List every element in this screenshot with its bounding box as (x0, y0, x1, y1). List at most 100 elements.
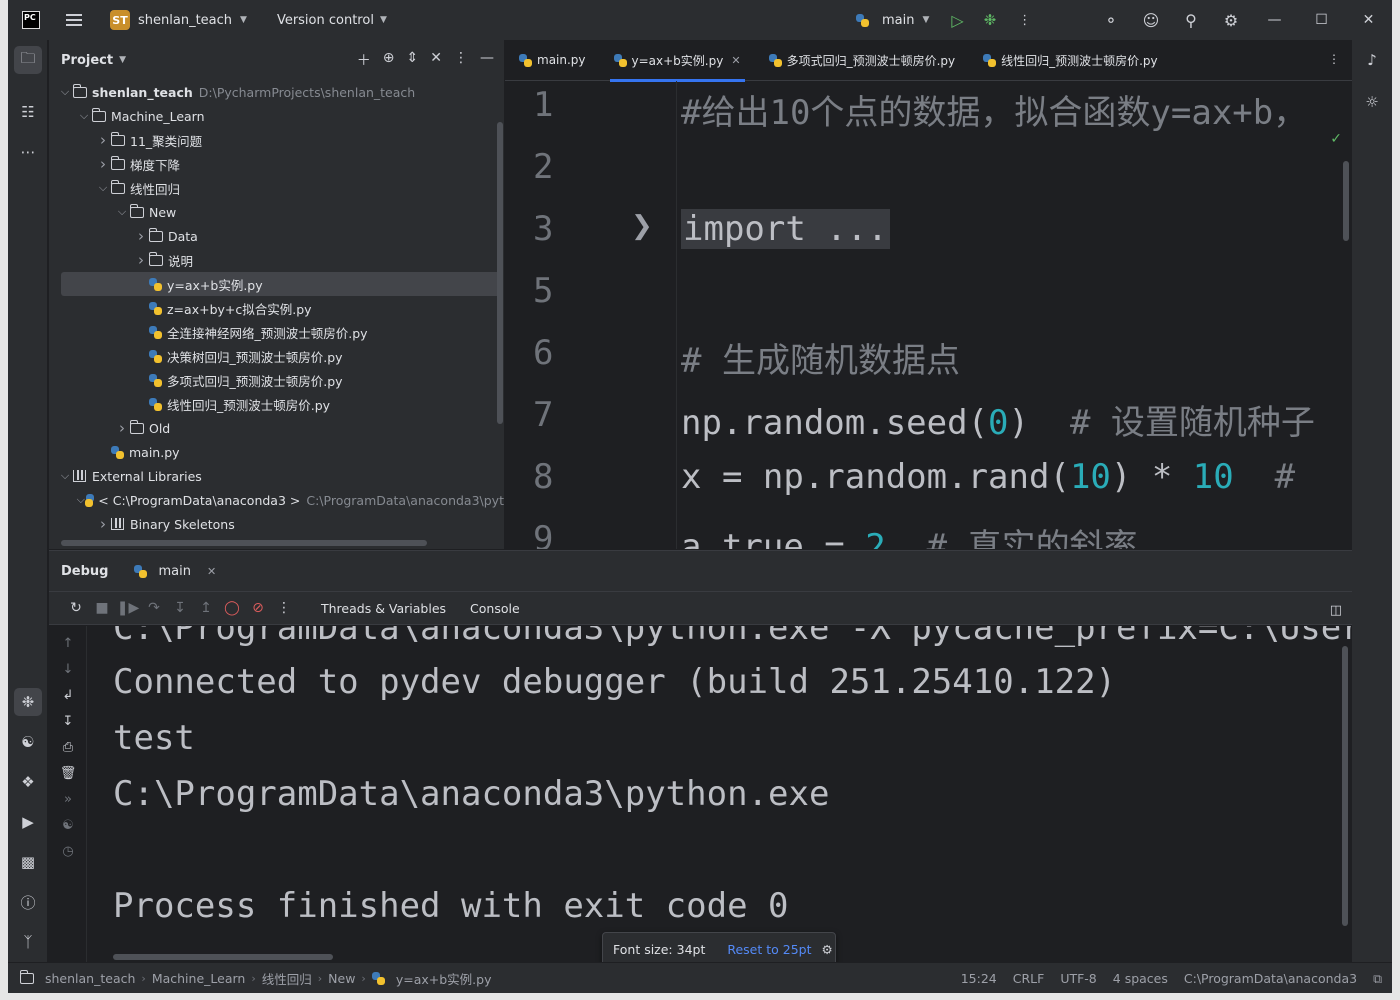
clear-all-icon[interactable]: 🗑 (59, 766, 77, 781)
minimize-button[interactable]: — (1251, 0, 1298, 40)
search-icon[interactable]: ⚲ (1171, 0, 1211, 40)
interpreter-selector[interactable]: C:\ProgramData\anaconda3 (1184, 971, 1357, 986)
maximize-button[interactable]: ☐ (1298, 0, 1345, 40)
inspection-ok-icon[interactable]: ✓ (1330, 131, 1342, 147)
chevron-down-icon[interactable]: ⌵ (57, 85, 73, 99)
problems-icon[interactable]: ⓘ (14, 888, 42, 916)
project-panel-title[interactable]: Project (61, 53, 113, 68)
resume-icon[interactable]: ❚▶ (115, 600, 141, 616)
tab-console[interactable]: Console (470, 601, 520, 616)
step-over-icon[interactable]: ↷ (141, 600, 167, 616)
tree-item[interactable]: › Data (49, 224, 504, 248)
debug-tool-icon[interactable]: ❉ (14, 688, 42, 716)
chevron-down-icon[interactable]: ⌵ (76, 109, 92, 123)
editor-tab[interactable]: main.py (505, 40, 600, 81)
console-horizontal-scrollbar[interactable] (113, 954, 333, 960)
layout-settings-icon[interactable]: ◫ (1330, 603, 1342, 618)
settings-gear-icon[interactable]: ⚙ (1211, 0, 1251, 40)
view-breakpoints-icon[interactable]: ◯ (219, 600, 245, 616)
run-config-selector[interactable]: main (882, 13, 914, 28)
print-icon[interactable]: ⎙ (59, 740, 77, 755)
tree-item[interactable]: › Binary Skeletons (49, 512, 504, 536)
more-icon[interactable]: ⋮ (271, 600, 297, 616)
tree-item[interactable]: ⌵ Machine_Learn (49, 104, 504, 128)
chevron-down-icon[interactable]: ⌵ (114, 205, 130, 219)
close-button[interactable]: ✕ (1345, 0, 1392, 40)
ai-chat-icon[interactable]: ☼ (1358, 88, 1386, 116)
python-packages-icon[interactable]: ❖ (14, 768, 42, 796)
fold-chevron-icon[interactable]: ❯ (631, 211, 653, 241)
scroll-to-end-icon[interactable]: ↧ (59, 714, 77, 729)
tab-threads-variables[interactable]: Threads & Variables (321, 601, 446, 616)
chevron-right-icon[interactable]: › (133, 227, 149, 245)
tree-item[interactable]: main.py (49, 440, 504, 464)
tree-item[interactable]: › Old (49, 416, 504, 440)
chevron-down-icon[interactable]: ⌵ (57, 469, 73, 483)
pycharm-logo-icon[interactable]: PC (22, 11, 40, 29)
close-icon[interactable]: ✕ (731, 54, 740, 67)
console-scrollbar[interactable] (1342, 646, 1348, 926)
console-output[interactable]: C:\ProgramData\anaconda3\python.exe -X p… (87, 626, 1352, 962)
services-icon[interactable]: ▶ (14, 808, 42, 836)
options-icon[interactable]: ⋮ (454, 50, 468, 70)
gear-icon[interactable]: ⚙ (822, 942, 833, 957)
rerun-icon[interactable]: ↻ (63, 600, 89, 616)
main-menu-icon[interactable] (66, 14, 82, 26)
project-tool-icon[interactable]: 🗀 (14, 46, 42, 74)
debug-icon[interactable]: ❉ (984, 11, 997, 29)
editor-tab[interactable]: 线性回归_预测波士顿房价.py (969, 40, 1172, 81)
mute-breakpoints-icon[interactable]: ⊘ (245, 600, 271, 616)
terminal-icon[interactable]: ▩ (14, 848, 42, 876)
collapse-all-icon[interactable]: ✕ (430, 50, 442, 70)
tree-item[interactable]: ⌵ External Libraries (49, 464, 504, 488)
lock-icon[interactable]: ⧉ (1373, 971, 1382, 987)
project-switcher[interactable]: ST shenlan_teach ▼ (110, 10, 247, 30)
ai-assistant-icon[interactable]: ⚬ (1091, 0, 1131, 40)
tree-item[interactable]: ⌵ shenlan_teach D:\PycharmProjects\shenlan… (49, 80, 504, 104)
tree-item[interactable]: ⌵ 线性回归 (49, 176, 504, 200)
more-actions-icon[interactable]: ⋮ (1018, 13, 1031, 28)
folded-import[interactable]: import ... (681, 209, 890, 249)
add-user-icon[interactable]: ☺ (1131, 0, 1171, 40)
show-command-icon[interactable]: » (59, 792, 77, 807)
tree-item[interactable]: y=ax+b实例.py (61, 272, 500, 296)
project-vertical-scrollbar[interactable] (497, 122, 503, 424)
editor-tab[interactable]: 多项式回归_预测波士顿房价.py (755, 40, 970, 81)
code-line-3[interactable]: import ... (681, 209, 890, 249)
debug-session-tab[interactable]: main ✕ (134, 564, 216, 579)
file-encoding[interactable]: UTF-8 (1060, 971, 1096, 986)
indent-setting[interactable]: 4 spaces (1113, 971, 1168, 986)
stop-icon[interactable]: ■ (89, 600, 115, 616)
chevron-down-icon[interactable]: ⌵ (76, 493, 86, 507)
expand-all-icon[interactable]: ⇕ (407, 50, 419, 70)
soft-wrap-icon[interactable]: ↲ (59, 688, 77, 703)
close-icon[interactable]: ✕ (207, 565, 216, 578)
code-area[interactable]: 1 2 3 5 6 7 8 9 ❯ #给出10个点的数据，拟合函数y=ax+b，… (505, 81, 1352, 549)
python-console-icon[interactable]: ☯ (14, 728, 42, 756)
step-into-icon[interactable]: ↧ (167, 600, 193, 616)
tree-item[interactable]: z=ax+by+c拟合实例.py (49, 296, 504, 320)
project-horizontal-scrollbar[interactable] (61, 540, 427, 546)
reset-font-link[interactable]: Reset to 25pt (727, 942, 811, 957)
chevron-down-icon[interactable]: ▼ (119, 55, 126, 65)
hide-panel-icon[interactable]: — (480, 50, 494, 70)
breadcrumb-item[interactable]: New (328, 971, 355, 986)
chevron-right-icon[interactable]: › (95, 131, 111, 149)
tree-item[interactable]: 线性回归_预测波士顿房价.py (49, 392, 504, 416)
tree-item[interactable]: ⌵ < C:\ProgramData\anaconda3 > C:\ProgramD… (49, 488, 504, 512)
editor-scrollbar[interactable] (1343, 161, 1349, 241)
tree-item[interactable]: ⌵ New (49, 200, 504, 224)
structure-tool-icon[interactable]: ☷ (14, 98, 42, 126)
git-icon[interactable]: ᛉ (14, 928, 42, 956)
breadcrumb-item[interactable]: Machine_Learn (152, 971, 246, 986)
scroll-down-icon[interactable]: ↓ (59, 662, 77, 677)
caret-position[interactable]: 15:24 (961, 971, 997, 986)
chevron-right-icon[interactable]: › (95, 155, 111, 173)
scroll-up-icon[interactable]: ↑ (59, 636, 77, 651)
chevron-down-icon[interactable]: ⌵ (95, 181, 111, 195)
editor-tab[interactable]: y=ax+b实例.py ✕ (600, 40, 755, 82)
history-icon[interactable]: ◷ (59, 844, 77, 859)
line-separator[interactable]: CRLF (1013, 971, 1045, 986)
chevron-right-icon[interactable]: › (114, 419, 130, 437)
breadcrumb-item[interactable]: shenlan_teach (45, 971, 135, 986)
